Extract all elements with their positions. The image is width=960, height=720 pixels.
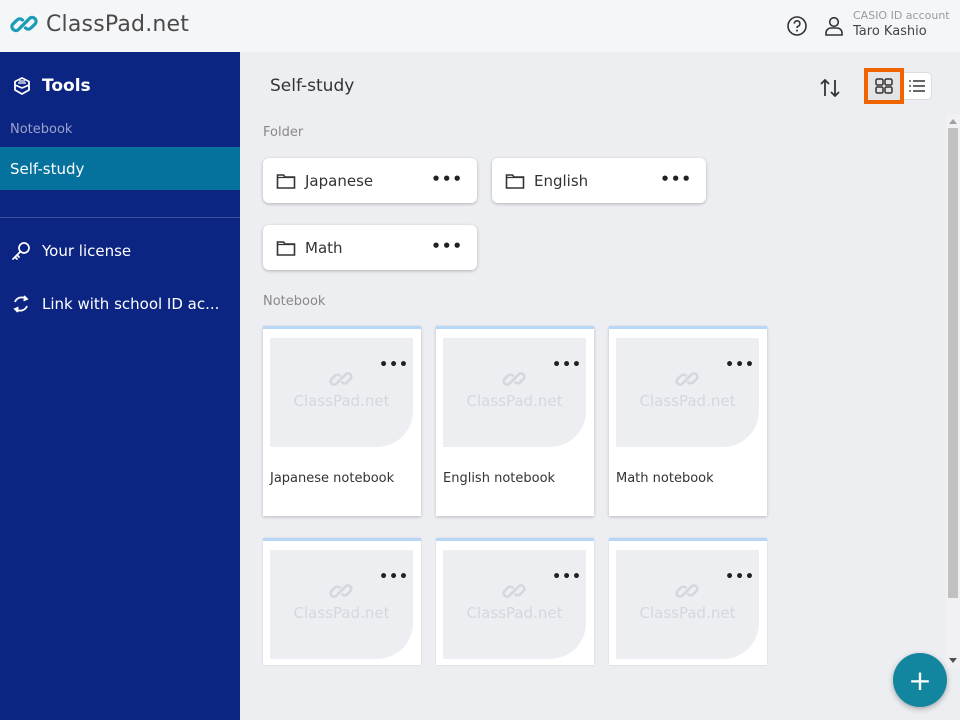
notebook-thumbnail: ClassPad.net — [270, 338, 413, 447]
classpad-link-logo-icon — [502, 372, 526, 386]
more-options-button[interactable]: ••• — [431, 237, 463, 255]
more-options-button[interactable]: ••• — [379, 357, 409, 373]
folder-icon — [505, 173, 525, 189]
notebook-thumbnail: ClassPad.net — [616, 338, 759, 447]
key-icon — [12, 242, 30, 260]
classpad-link-logo-icon — [675, 584, 699, 598]
folder-name: Math — [305, 238, 343, 257]
page-title: Self-study — [270, 76, 355, 96]
notebook-thumbnail: ClassPad.net — [443, 338, 586, 447]
sidebar-item-label: Link with school ID ac... — [42, 295, 220, 313]
tools-label: Tools — [42, 76, 91, 96]
notebook-card[interactable]: ClassPad.net ••• Japanese notebook — [263, 326, 421, 516]
more-options-button[interactable]: ••• — [552, 357, 582, 373]
help-icon[interactable] — [786, 15, 808, 37]
sidebar-item-link-school-id[interactable]: Link with school ID ac... — [10, 293, 219, 315]
notebook-thumbnail: ClassPad.net — [616, 550, 759, 659]
grid-icon — [875, 78, 893, 94]
scroll-up-arrow-icon[interactable] — [949, 119, 957, 124]
more-options-button[interactable]: ••• — [431, 170, 463, 188]
notebook-title: English notebook — [443, 471, 556, 486]
notebook-title: Math notebook — [616, 471, 714, 486]
notebook-card[interactable]: ClassPad.net ••• — [263, 538, 421, 665]
more-options-button[interactable]: ••• — [725, 357, 755, 373]
account-type-label: CASIO ID account — [853, 9, 950, 22]
scrollbar-thumb[interactable] — [948, 128, 958, 598]
sidebar: Tools Notebook Self-study Your license L… — [0, 52, 240, 720]
vertical-scrollbar[interactable] — [946, 114, 960, 668]
folder-icon — [276, 173, 296, 189]
add-button[interactable]: + — [893, 653, 947, 707]
sidebar-item-your-license[interactable]: Your license — [10, 240, 131, 262]
list-icon — [909, 80, 925, 92]
folder-section-label: Folder — [263, 125, 304, 140]
sidebar-section-notebook: Notebook — [10, 122, 73, 137]
more-options-button[interactable]: ••• — [552, 569, 582, 585]
notebook-card[interactable]: ClassPad.net ••• — [609, 538, 767, 665]
more-options-button[interactable]: ••• — [379, 569, 409, 585]
notebook-section-label: Notebook — [263, 294, 326, 309]
account-name: Taro Kashio — [853, 24, 927, 39]
scroll-down-arrow-icon[interactable] — [949, 658, 957, 663]
folder-card[interactable]: Japanese ••• — [263, 158, 477, 203]
grid-view-button[interactable] — [864, 68, 904, 104]
classpad-link-logo-icon — [10, 15, 38, 33]
thumbnail-placeholder-text: ClassPad.net — [466, 604, 563, 622]
sort-icon[interactable] — [817, 76, 843, 100]
notebook-card[interactable]: ClassPad.net ••• English notebook — [436, 326, 594, 516]
folder-icon — [276, 240, 296, 256]
thumbnail-placeholder-text: ClassPad.net — [466, 392, 563, 410]
sidebar-item-self-study[interactable]: Self-study — [0, 147, 240, 190]
app-logo[interactable]: ClassPad.net — [10, 10, 189, 38]
view-toggle — [864, 68, 932, 104]
classpad-link-logo-icon — [329, 584, 353, 598]
folder-card[interactable]: English ••• — [492, 158, 706, 203]
notebook-title: Japanese notebook — [270, 471, 395, 486]
more-options-button[interactable]: ••• — [660, 170, 692, 188]
user-account-icon[interactable] — [823, 15, 845, 37]
classpad-link-logo-icon — [675, 372, 699, 386]
sidebar-divider — [0, 217, 240, 218]
tools-box-icon — [14, 77, 30, 95]
logo-text: ClassPad.net — [46, 11, 190, 37]
notebook-card[interactable]: ClassPad.net ••• Math notebook — [609, 326, 767, 516]
classpad-link-logo-icon — [502, 584, 526, 598]
thumbnail-placeholder-text: ClassPad.net — [293, 604, 390, 622]
app-header: ClassPad.net CASIO ID account Taro Kashi… — [0, 0, 960, 52]
list-view-button[interactable] — [902, 72, 932, 100]
more-options-button[interactable]: ••• — [725, 569, 755, 585]
folder-name: English — [534, 171, 589, 190]
folder-name: Japanese — [305, 171, 374, 190]
tools-heading: Tools — [12, 76, 91, 96]
thumbnail-placeholder-text: ClassPad.net — [639, 392, 736, 410]
sidebar-item-label: Your license — [42, 242, 132, 260]
account-info[interactable]: CASIO ID account Taro Kashio — [853, 9, 950, 41]
notebook-thumbnail: ClassPad.net — [443, 550, 586, 659]
sync-icon — [13, 295, 29, 313]
folder-card[interactable]: Math ••• — [263, 225, 477, 270]
classpad-link-logo-icon — [329, 372, 353, 386]
thumbnail-placeholder-text: ClassPad.net — [293, 392, 390, 410]
thumbnail-placeholder-text: ClassPad.net — [639, 604, 736, 622]
notebook-card[interactable]: ClassPad.net ••• — [436, 538, 594, 665]
notebook-thumbnail: ClassPad.net — [270, 550, 413, 659]
